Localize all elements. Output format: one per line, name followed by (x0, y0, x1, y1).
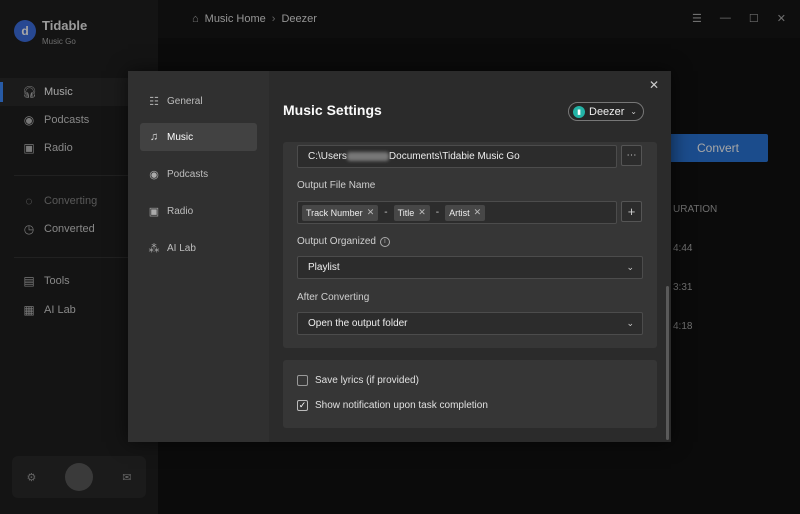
output-settings-panel: C:\Users Documents\Tidabie Music Go ⋯ Out… (283, 142, 657, 348)
output-organized-text: Output Organized (297, 236, 376, 247)
settings-nav: ☷ General ♫ Music ◉ Podcasts ▣ Radio ⁂ A… (128, 71, 269, 442)
settings-nav-podcasts[interactable]: ◉ Podcasts (140, 160, 257, 188)
deezer-icon: ▮ (573, 105, 585, 118)
source-label: Deezer (589, 105, 625, 118)
settings-nav-general[interactable]: ☷ General (140, 87, 257, 115)
options-panel: Save lyrics (if provided) ✓ Show notific… (283, 360, 657, 428)
settings-nav-label: General (167, 95, 203, 107)
output-organized-label: Output Organized i (297, 236, 390, 247)
radio-icon: ▣ (148, 205, 160, 218)
source-selector[interactable]: ▮ Deezer ⌄ (568, 102, 644, 121)
dialog-title: Music Settings (283, 102, 382, 118)
settings-nav-ai-lab[interactable]: ⁂ AI Lab (140, 234, 257, 262)
music-settings-dialog: ☷ General ♫ Music ◉ Podcasts ▣ Radio ⁂ A… (128, 71, 671, 442)
chevron-down-icon: ⌄ (626, 262, 634, 272)
tag-chip: Track Number ✕ (302, 204, 379, 221)
tag-label: Track Number (306, 207, 363, 218)
sliders-icon: ☷ (149, 95, 159, 108)
save-lyrics-checkbox[interactable] (297, 375, 308, 386)
settings-nav-label: AI Lab (167, 242, 196, 254)
redacted-username (346, 152, 389, 161)
notify-label: Show notification upon task completion (315, 400, 488, 411)
file-name-tags-field[interactable]: Track Number ✕ - Title ✕ - Artist ✕ (297, 201, 617, 224)
save-lyrics-label: Save lyrics (if provided) (315, 375, 419, 386)
output-folder-field[interactable]: C:\Users Documents\Tidabie Music Go (297, 145, 617, 168)
output-organized-select[interactable]: Playlist ⌄ (297, 256, 643, 279)
add-tag-button[interactable]: + (621, 201, 642, 222)
ai-icon: ⁂ (148, 242, 160, 255)
remove-tag-icon[interactable]: ✕ (474, 207, 482, 218)
output-path-suffix: Documents\Tidabie Music Go (388, 151, 520, 162)
tag-label: Title (397, 207, 415, 218)
music-note-icon: ♫ (149, 131, 159, 143)
info-icon[interactable]: i (379, 236, 390, 247)
notify-option[interactable]: ✓ Show notification upon task completion (297, 400, 488, 411)
save-lyrics-option[interactable]: Save lyrics (if provided) (297, 375, 419, 386)
more-icon: ⋯ (626, 150, 637, 161)
checkmark-icon: ✓ (298, 400, 307, 410)
remove-tag-icon[interactable]: ✕ (367, 207, 375, 218)
remove-tag-icon[interactable]: ✕ (418, 207, 426, 218)
settings-nav-radio[interactable]: ▣ Radio (140, 197, 257, 225)
tag-chip: Title ✕ (393, 204, 430, 221)
output-organized-value: Playlist (308, 262, 340, 273)
plus-icon: + (627, 204, 636, 219)
tag-chip: Artist ✕ (445, 204, 486, 221)
scrollbar[interactable] (666, 286, 669, 440)
after-converting-label: After Converting (297, 292, 370, 303)
settings-nav-label: Podcasts (167, 168, 209, 180)
after-converting-value: Open the output folder (308, 318, 408, 329)
settings-nav-label: Radio (167, 205, 194, 217)
chevron-down-icon: ⌄ (626, 318, 634, 328)
podcast-icon: ◉ (149, 168, 159, 181)
browse-folder-button[interactable]: ⋯ (621, 145, 642, 166)
settings-nav-music[interactable]: ♫ Music (140, 123, 257, 151)
settings-nav-label: Music (167, 131, 194, 143)
tag-separator: - (384, 207, 388, 218)
chevron-down-icon: ⌄ (630, 107, 637, 116)
close-icon[interactable]: ✕ (649, 78, 659, 92)
output-path-prefix: C:\Users (308, 151, 347, 162)
tag-separator: - (435, 207, 440, 218)
output-file-name-label: Output File Name (297, 180, 376, 191)
tag-label: Artist (449, 207, 470, 218)
notify-checkbox[interactable]: ✓ (297, 400, 308, 411)
after-converting-select[interactable]: Open the output folder ⌄ (297, 312, 643, 335)
